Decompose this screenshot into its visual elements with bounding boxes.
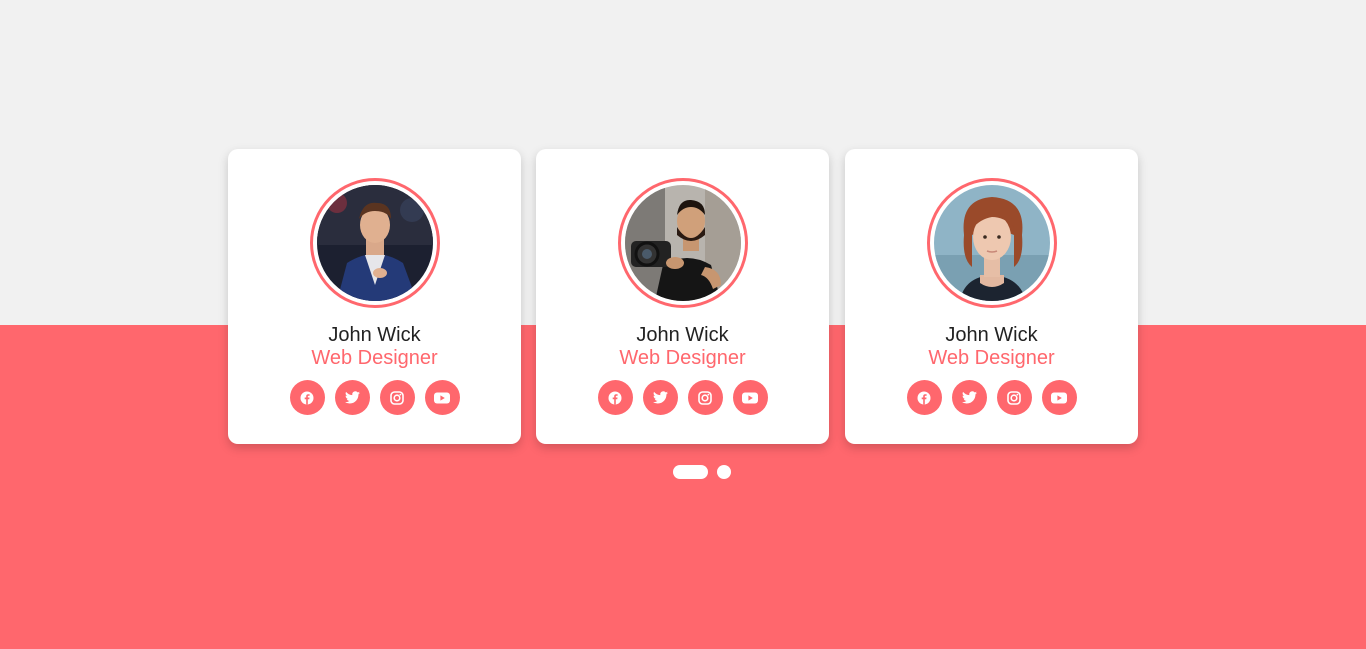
twitter-icon (652, 391, 668, 404)
social-links (536, 380, 829, 415)
member-role: Web Designer (311, 347, 438, 369)
youtube-icon (1051, 392, 1067, 403)
avatar-ring (617, 178, 748, 308)
member-name: John Wick (945, 324, 1038, 346)
social-links (845, 380, 1138, 415)
youtube-button[interactable] (732, 380, 768, 415)
team-card: John Wick Web Designer (845, 149, 1138, 444)
avatar (316, 185, 433, 301)
youtube-button[interactable] (424, 380, 460, 415)
instagram-button[interactable] (379, 380, 415, 415)
carousel-pagination (673, 465, 731, 479)
twitter-icon (344, 391, 360, 404)
member-name: John Wick (636, 324, 729, 346)
instagram-icon (390, 390, 404, 405)
facebook-icon (300, 391, 314, 404)
team-card: John Wick Web Designer (228, 149, 521, 444)
youtube-icon (742, 392, 758, 403)
avatar-ring (309, 178, 440, 308)
facebook-icon (608, 391, 622, 404)
instagram-icon (698, 390, 712, 405)
twitter-icon (961, 391, 977, 404)
member-role: Web Designer (619, 347, 746, 369)
youtube-icon (434, 392, 450, 403)
carousel-dot-2[interactable] (717, 465, 731, 479)
social-links (228, 380, 521, 415)
avatar-ring (926, 178, 1057, 308)
twitter-button[interactable] (951, 380, 987, 415)
instagram-button[interactable] (687, 380, 723, 415)
instagram-icon (1007, 390, 1021, 405)
team-carousel: John Wick Web Designer John Wick Web Des… (228, 149, 1138, 445)
facebook-button[interactable] (906, 380, 942, 415)
twitter-button[interactable] (642, 380, 678, 415)
facebook-button[interactable] (289, 380, 325, 415)
avatar (624, 185, 741, 301)
member-role: Web Designer (928, 347, 1055, 369)
carousel-dot-1[interactable] (673, 465, 708, 479)
member-name: John Wick (328, 324, 421, 346)
facebook-button[interactable] (597, 380, 633, 415)
team-card: John Wick Web Designer (536, 149, 829, 444)
youtube-button[interactable] (1041, 380, 1077, 415)
avatar (933, 185, 1050, 301)
instagram-button[interactable] (996, 380, 1032, 415)
facebook-icon (917, 391, 931, 404)
twitter-button[interactable] (334, 380, 370, 415)
